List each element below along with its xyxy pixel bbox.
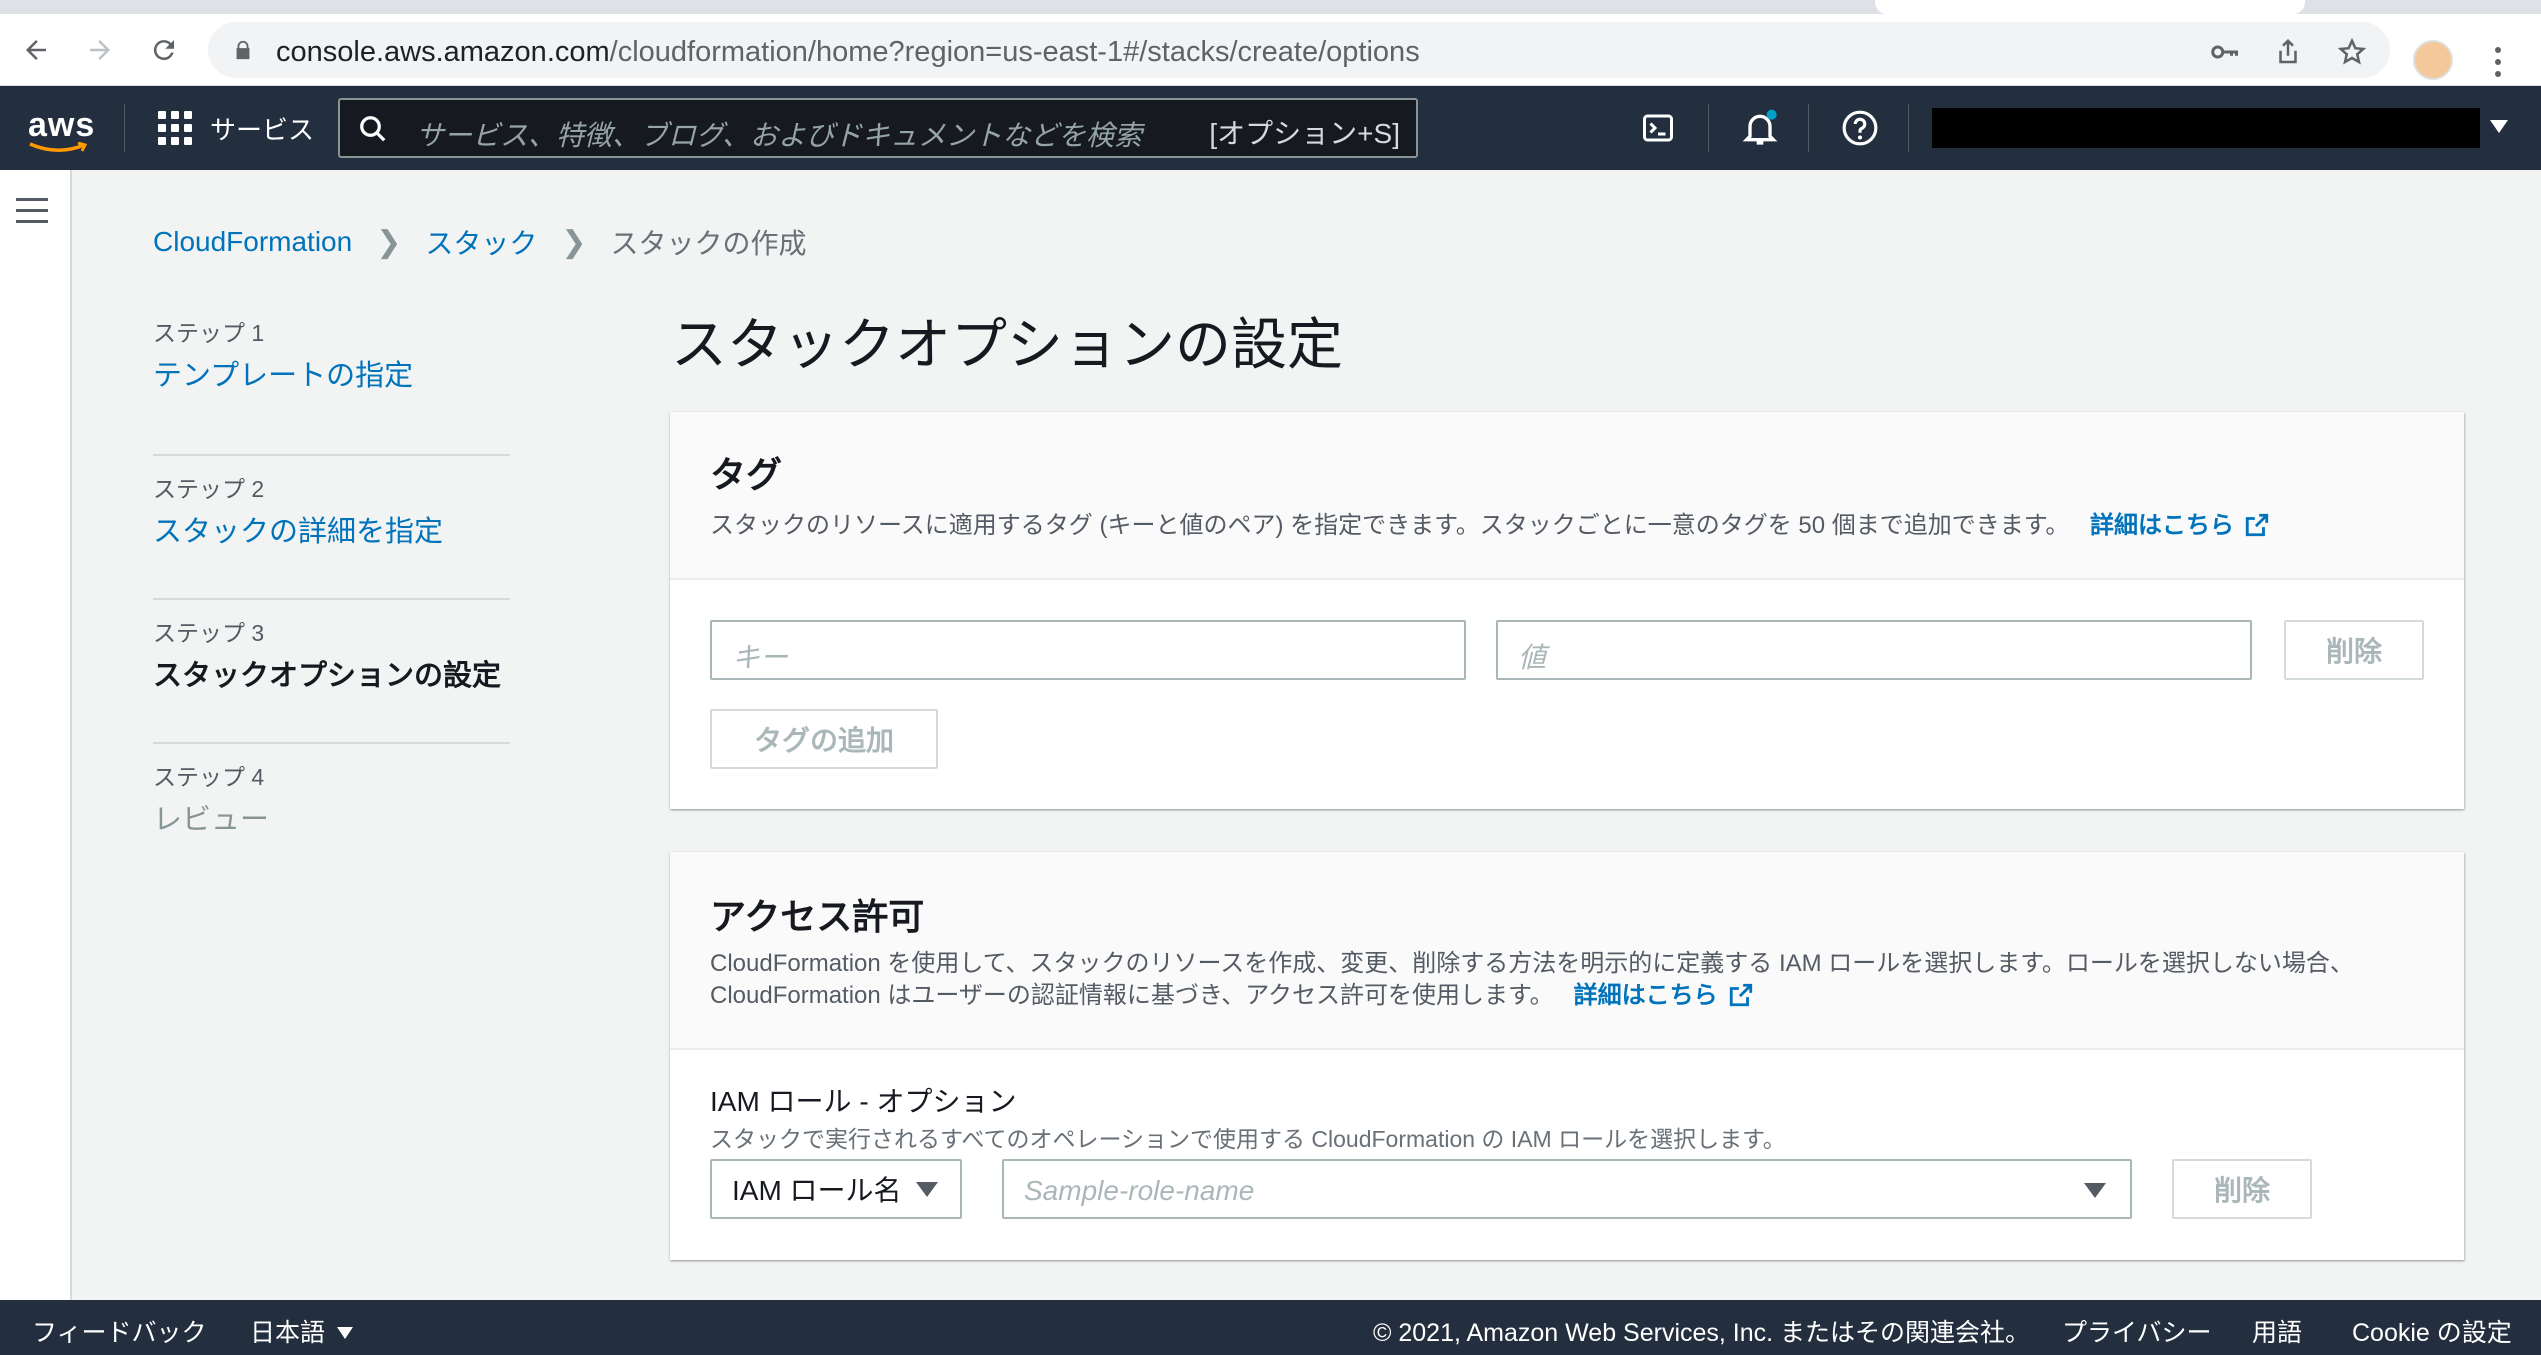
wizard-step-2: ステップ 2 スタックの詳細を指定 [153, 456, 510, 600]
wizard-step-4: ステップ 4 レビュー [153, 744, 510, 888]
chevron-right-icon: ❯ [561, 225, 587, 259]
help-icon[interactable] [1838, 106, 1882, 150]
permissions-title: アクセス許可 [710, 896, 925, 937]
iam-role-type-value: IAM ロール名 [732, 1175, 902, 1206]
permissions-learn-more-label: 詳細はこちら [1573, 982, 1718, 1009]
aws-console-navbar: aws サービス サービス、特徴、ブログ、およびドキュメントなどを検索 [オプシ… [0, 86, 2541, 170]
side-navigation-rail [0, 170, 72, 1300]
global-search-input[interactable]: サービス、特徴、ブログ、およびドキュメントなどを検索 [オプション+S] [338, 98, 1418, 158]
iam-role-description: スタックで実行されるすべてのオペレーションで使用する CloudFormatio… [710, 1126, 1786, 1152]
cloudshell-icon[interactable] [1636, 106, 1680, 150]
remove-role-button[interactable]: 削除 [2172, 1159, 2312, 1219]
permissions-description: CloudFormation を使用して、スタックのリソースを作成、変更、削除す… [710, 948, 2424, 1012]
tag-value-placeholder: 値 [1518, 642, 1547, 673]
share-icon[interactable] [2272, 36, 2304, 68]
address-bar[interactable]: console.aws.amazon.com/cloudformation/ho… [208, 22, 2390, 78]
copyright-text: © 2021, Amazon Web Services, Inc. またはその関… [1373, 1319, 2031, 1347]
tag-value-input[interactable]: 値 [1496, 620, 2252, 680]
profile-avatar[interactable] [2413, 40, 2453, 80]
wizard-step-1: ステップ 1 テンプレートの指定 [153, 312, 510, 456]
browser-toolbar: console.aws.amazon.com/cloudformation/ho… [0, 14, 2541, 86]
notifications-bell-icon[interactable] [1738, 106, 1782, 150]
navbar-divider [124, 104, 125, 152]
search-icon [360, 116, 386, 142]
add-tag-button[interactable]: タグの追加 [710, 709, 938, 769]
chevron-right-icon: ❯ [376, 225, 402, 259]
permissions-learn-more-link[interactable]: 詳細はこちら [1574, 982, 1754, 1009]
tags-card-header: タグ スタックのリソースに適用するタグ (キーと値のペア) を指定できます。スタ… [670, 412, 2464, 580]
key-icon[interactable] [2208, 36, 2240, 68]
breadcrumb-current: スタックの作成 [610, 228, 807, 259]
browser-menu-icon[interactable] [2490, 44, 2506, 80]
feedback-link[interactable]: フィードバック [32, 1313, 207, 1349]
tags-description: スタックのリソースに適用するタグ (キーと値のペア) を指定できます。スタックご… [710, 510, 2424, 542]
permissions-card-header: アクセス許可 CloudFormation を使用して、スタックのリソースを作成… [670, 852, 2464, 1050]
step-number: ステップ 2 [153, 476, 265, 502]
url-text[interactable]: console.aws.amazon.com/cloudformation/ho… [276, 36, 1420, 69]
reload-icon[interactable] [142, 28, 186, 72]
step-current-stack-options: スタックオプションの設定 [153, 660, 502, 692]
services-grid-icon [158, 111, 192, 145]
step-link-specify-template[interactable]: テンプレートの指定 [153, 352, 510, 394]
caret-down-icon [2084, 1183, 2106, 1198]
external-link-icon [1729, 983, 1752, 1007]
wizard-steps: ステップ 1 テンプレートの指定 ステップ 2 スタックの詳細を指定 ステップ … [153, 312, 510, 888]
caret-down-icon [915, 1181, 938, 1197]
tags-learn-more-label: 詳細はこちら [2090, 512, 2235, 539]
browser-active-tab[interactable] [1875, 0, 2305, 14]
navbar-divider [1808, 104, 1809, 152]
tag-key-input[interactable]: キー [710, 620, 1466, 680]
step-number: ステップ 1 [153, 320, 265, 346]
remove-tag-button[interactable]: 削除 [2284, 620, 2424, 680]
hamburger-menu-icon[interactable] [16, 198, 48, 224]
language-label: 日本語 [250, 1319, 326, 1347]
back-icon[interactable] [14, 28, 58, 72]
tag-key-placeholder: キー [732, 642, 789, 673]
services-label: サービス [210, 114, 315, 145]
iam-role-label: IAM ロール - オプション [710, 1086, 1017, 1117]
wizard-step-3: ステップ 3 スタックオプションの設定 [153, 600, 510, 744]
navbar-divider [1708, 104, 1709, 152]
breadcrumb: CloudFormation ❯ スタック ❯ スタックの作成 [153, 222, 807, 262]
privacy-link[interactable]: プライバシー [2062, 1313, 2212, 1349]
iam-role-name-placeholder: Sample-role-name [1024, 1175, 1255, 1206]
step-review: レビュー [153, 804, 270, 836]
terms-link[interactable]: 用語 [2252, 1313, 2302, 1349]
tags-learn-more-link[interactable]: 詳細はこちら [2090, 512, 2270, 539]
aws-logo[interactable]: aws [28, 106, 95, 145]
permissions-card: アクセス許可 CloudFormation を使用して、スタックのリソースを作成… [670, 852, 2464, 1260]
breadcrumb-stacks[interactable]: スタック [425, 222, 537, 262]
account-menu-redacted[interactable] [1932, 108, 2480, 148]
tags-description-text: スタックのリソースに適用するタグ (キーと値のペア) を指定できます。スタックご… [710, 512, 2070, 539]
search-shortcut-hint: [オプション+S] [1209, 118, 1400, 149]
language-selector[interactable]: 日本語 [250, 1313, 354, 1349]
caret-down-icon [337, 1327, 354, 1339]
permissions-description-line2-wrap: CloudFormation はユーザーの認証情報に基づき、アクセス許可を使用し… [710, 980, 2424, 1012]
tags-title: タグ [710, 454, 783, 495]
account-caret-icon[interactable] [2490, 120, 2508, 133]
permissions-description-line1: CloudFormation を使用して、スタックのリソースを作成、変更、削除す… [710, 950, 2354, 977]
browser-tabstrip [0, 0, 2541, 14]
permissions-description-line2: CloudFormation はユーザーの認証情報に基づき、アクセス許可を使用し… [710, 982, 1554, 1009]
forward-icon[interactable] [78, 28, 122, 72]
aws-smile-icon [29, 142, 88, 152]
page-title: スタックオプションの設定 [671, 313, 1343, 376]
navbar-divider [1908, 104, 1909, 152]
iam-role-type-select[interactable]: IAM ロール名 [710, 1159, 962, 1219]
cookie-settings-link[interactable]: Cookie の設定 [2352, 1313, 2512, 1349]
console-footer: フィードバック 日本語 © 2021, Amazon Web Services,… [0, 1300, 2541, 1355]
search-placeholder: サービス、特徴、ブログ、およびドキュメントなどを検索 [416, 120, 1143, 151]
step-link-stack-details[interactable]: スタックの詳細を指定 [153, 508, 510, 550]
step-number: ステップ 4 [153, 764, 265, 790]
iam-role-name-select[interactable]: Sample-role-name [1002, 1159, 2132, 1219]
tags-card: タグ スタックのリソースに適用するタグ (キーと値のペア) を指定できます。スタ… [670, 412, 2464, 809]
services-menu-button[interactable]: サービス [158, 110, 314, 146]
breadcrumb-cloudformation[interactable]: CloudFormation [153, 226, 352, 258]
bookmark-star-icon[interactable] [2336, 36, 2368, 68]
lock-icon[interactable] [232, 39, 254, 61]
external-link-icon [2245, 513, 2269, 537]
step-number: ステップ 3 [153, 620, 265, 646]
